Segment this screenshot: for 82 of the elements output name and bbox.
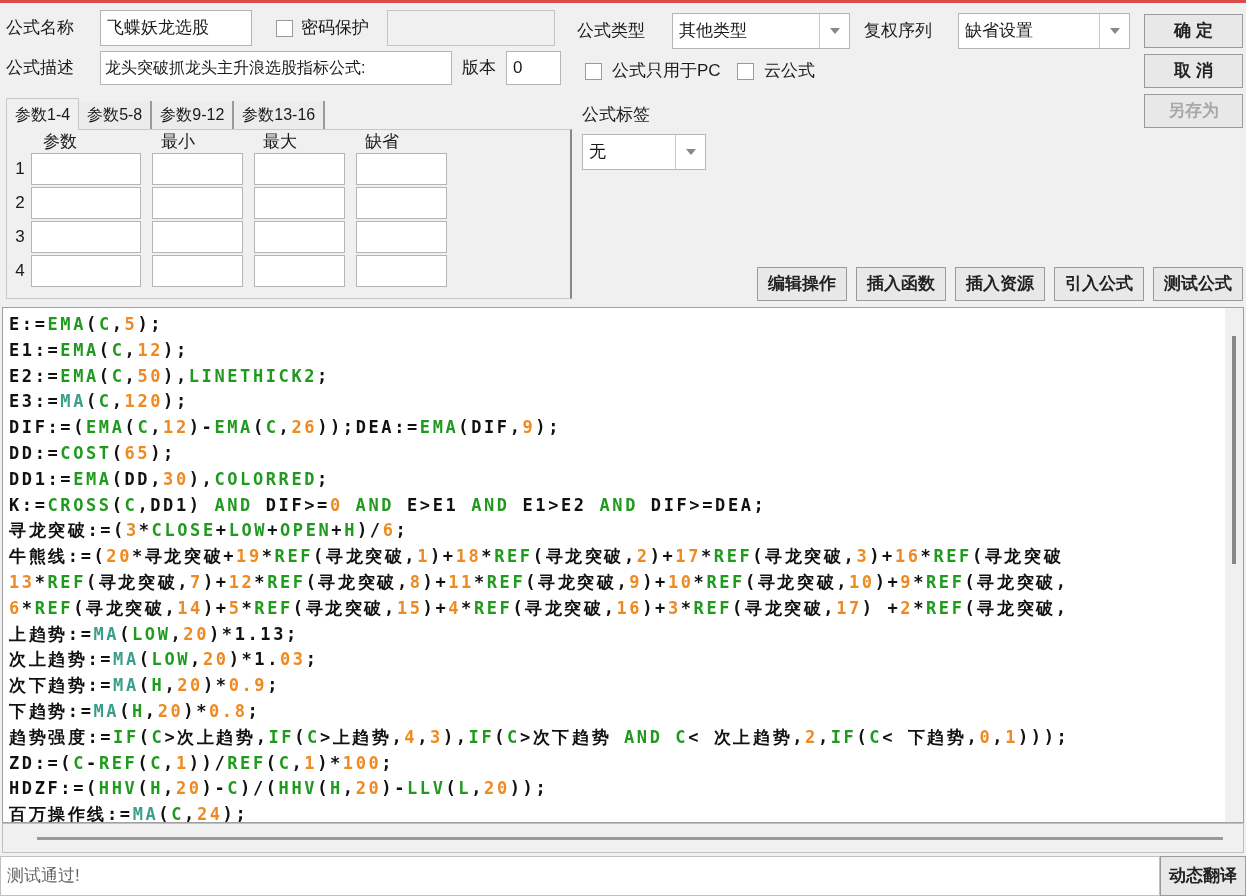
code-line: E:=EMA(C,5); bbox=[9, 313, 165, 336]
code-line: E1:=EMA(C,12); bbox=[9, 338, 190, 362]
field-label: 复权序列 bbox=[864, 20, 933, 43]
dropdown-arrow-icon bbox=[829, 28, 840, 34]
code-editor[interactable] bbox=[2, 307, 1244, 823]
code-line: K:=CROSS(C,DD1) AND DIF>=0 AND E>E1 AND E1>E2 AND DIF>=DEA; bbox=[9, 493, 768, 517]
field-label: 公式名称 bbox=[6, 17, 75, 40]
input-field[interactable]: 龙头突破抓龙头主升浪选股指标公式: bbox=[100, 51, 452, 85]
row-number: 3 bbox=[14, 226, 26, 249]
checkbox-label: 云公式 bbox=[763, 60, 815, 83]
field-label: 公式描述 bbox=[6, 57, 75, 80]
input-field[interactable] bbox=[387, 10, 555, 46]
field-label: 版本 bbox=[462, 57, 496, 80]
input-field[interactable] bbox=[254, 255, 345, 287]
input-field[interactable] bbox=[356, 153, 447, 185]
dialog-button[interactable]: 确 定 bbox=[1144, 14, 1243, 48]
code-line: DIF:=(EMA(C,12)-EMA(C,26));DEA:=EMA(DIF,9); bbox=[9, 416, 563, 440]
field-label: 公式类型 bbox=[577, 20, 646, 43]
checkbox-label: 公式只用于PC bbox=[612, 60, 721, 83]
column-header: 参数 bbox=[43, 132, 78, 152]
input-field[interactable] bbox=[31, 187, 141, 219]
horizontal-scrollbar[interactable] bbox=[2, 823, 1244, 853]
code-line: ZD:=(C-REF(C,1))/REF(C,1)*100; bbox=[9, 751, 396, 775]
checkbox[interactable] bbox=[276, 19, 293, 37]
input-field[interactable] bbox=[152, 221, 243, 253]
code-line: DD:=COST(65); bbox=[9, 442, 177, 465]
tag-dropdown[interactable]: 无 bbox=[582, 133, 706, 170]
code-line: 牛熊线:=(20*寻龙突破+19*REF(寻龙突破,1)+18*REF(寻龙突破,2)+17*REF(寻龙突破,3)+16*REF(寻龙突破 bbox=[9, 545, 1065, 569]
code-line: 寻龙突破:=(3*CLOSE+LOW+OPEN+H)/6; bbox=[9, 519, 410, 543]
toolbar-button[interactable]: 插入资源 bbox=[955, 267, 1045, 301]
input-field[interactable] bbox=[152, 187, 243, 219]
input-field[interactable] bbox=[31, 255, 141, 287]
row-number: 1 bbox=[14, 158, 26, 181]
column-header: 最小 bbox=[161, 132, 196, 152]
dropdown-arrow-icon bbox=[685, 148, 696, 155]
checkbox-label: 密码保护 bbox=[301, 17, 369, 40]
code-line: 次下趋势:=MA(H,20)*0.9; bbox=[9, 674, 281, 698]
dialog-button[interactable]: 取 消 bbox=[1144, 54, 1243, 88]
status-message: 测试通过! bbox=[0, 856, 1160, 896]
code-line: DD1:=EMA(DD,30),COLORRED; bbox=[9, 467, 331, 491]
toolbar-button[interactable]: 编辑操作 bbox=[757, 267, 847, 301]
toolbar-button[interactable]: 引入公式 bbox=[1054, 267, 1144, 301]
input-field[interactable] bbox=[152, 255, 243, 287]
input-field[interactable] bbox=[356, 255, 447, 287]
dropdown-arrow-icon bbox=[1109, 28, 1120, 34]
code-line: 百万操作线:=MA(C,24); bbox=[9, 803, 250, 822]
code-line: 下趋势:=MA(H,20)*0.8; bbox=[9, 699, 262, 723]
type-dropdown[interactable]: 其他类型 bbox=[672, 13, 850, 49]
code-line: HDZF:=(HHV(H,20)-C)/(HHV(H,20)-LLV(L,20)); bbox=[9, 777, 550, 801]
input-field[interactable] bbox=[254, 153, 345, 185]
toolbar-button[interactable]: 插入函数 bbox=[856, 267, 946, 301]
row-number: 4 bbox=[14, 260, 26, 283]
column-header: 缺省 bbox=[365, 132, 400, 152]
code-line: E2:=EMA(C,50),LINETHICK2; bbox=[9, 364, 331, 388]
code-line: E3:=MA(C,120); bbox=[9, 390, 190, 414]
toolbar-button[interactable]: 测试公式 bbox=[1153, 267, 1243, 301]
tab[interactable]: 参数5-8 bbox=[79, 101, 153, 129]
input-field[interactable] bbox=[31, 221, 141, 253]
input-field[interactable] bbox=[152, 153, 243, 185]
column-header: 最大 bbox=[263, 132, 298, 152]
vertical-scrollbar[interactable] bbox=[1225, 308, 1243, 822]
checkbox[interactable] bbox=[585, 62, 602, 80]
tab[interactable]: 参数9-12 bbox=[152, 101, 235, 129]
input-field[interactable] bbox=[356, 221, 447, 253]
tab[interactable]: 参数1-4 bbox=[6, 98, 80, 130]
input-field[interactable] bbox=[356, 187, 447, 219]
input-field[interactable] bbox=[254, 187, 345, 219]
code-line: 6*REF(寻龙突破,14)+5*REF(寻龙突破,15)+4*REF(寻龙突破,16)+3*REF(寻龙突破,17) +2*REF(寻龙突破, bbox=[9, 596, 1070, 620]
tab[interactable]: 参数13-16 bbox=[234, 101, 326, 129]
input-field[interactable] bbox=[254, 221, 345, 253]
input-field[interactable]: 飞蝶妖龙选股 bbox=[100, 10, 252, 46]
code-line: 次上趋势:=MA(LOW,20)*1.03; bbox=[9, 648, 320, 672]
checkbox[interactable] bbox=[736, 62, 754, 80]
translate-button[interactable]: 动态翻译 bbox=[1160, 856, 1246, 896]
code-line: 13*REF(寻龙突破,7)+12*REF(寻龙突破,8)+11*REF(寻龙突破,9)+10*REF(寻龙突破,10)+9*REF(寻龙突破, bbox=[9, 570, 1070, 594]
code-line: 上趋势:=MA(LOW,20)*1.13; bbox=[9, 622, 300, 646]
field-label: 公式标签 bbox=[582, 104, 651, 126]
input-field[interactable] bbox=[31, 153, 141, 185]
code-line: 趋势强度:=IF(C>次上趋势,IF(C>上趋势,4,3),IF(C>次下趋势 AND C< 次上趋势,2,IF(C< 下趋势,0,1))); bbox=[9, 725, 1071, 749]
rights-dropdown[interactable]: 缺省设置 bbox=[958, 13, 1130, 49]
input-field[interactable]: 0 bbox=[506, 51, 561, 85]
row-number: 2 bbox=[14, 192, 26, 215]
